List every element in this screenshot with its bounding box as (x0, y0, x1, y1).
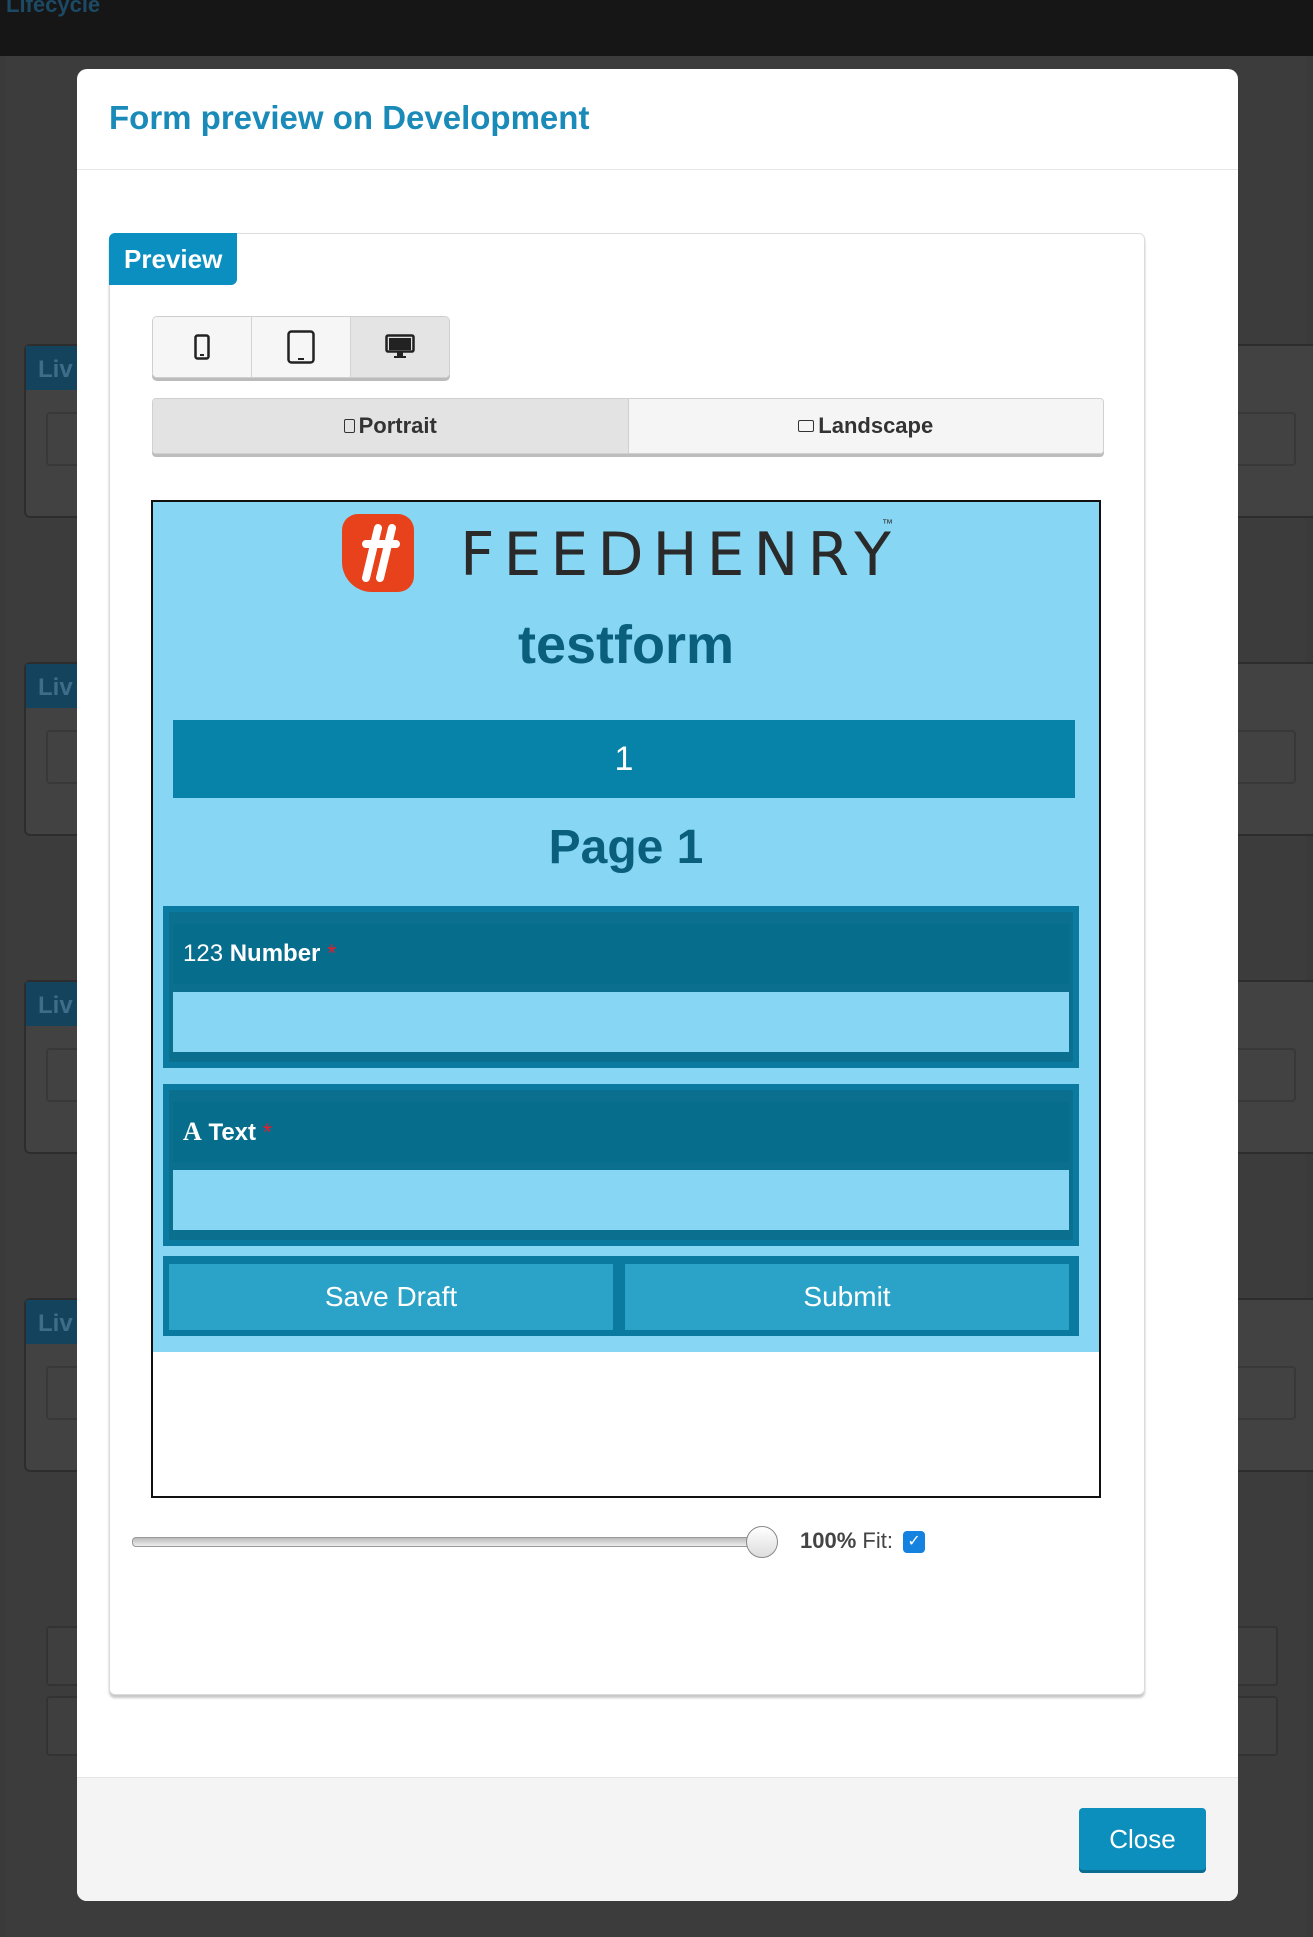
form-preview-modal: Form preview on Development Preview Port… (77, 69, 1238, 1901)
background-topbar: Lifecycle (0, 0, 1313, 56)
portrait-label: Portrait (358, 413, 437, 438)
number-label-text: Number (229, 940, 321, 967)
zoom-readout: 100% Fit: ✓ (800, 1528, 926, 1554)
submit-button[interactable]: Submit (625, 1264, 1069, 1330)
modal-header: Form preview on Development (77, 69, 1238, 170)
number-icon: 123 (183, 940, 224, 967)
save-draft-button[interactable]: Save Draft (169, 1264, 613, 1330)
orientation-selector: Portrait Landscape (152, 398, 1104, 454)
page-number-bar[interactable]: 1 (173, 720, 1075, 798)
brand-tm: ™ (882, 518, 893, 530)
feedhenry-logo: FEEDHENRY ™ (342, 514, 902, 594)
device-selector (152, 316, 450, 378)
zoom-slider-thumb[interactable] (746, 1526, 778, 1558)
tablet-icon (287, 330, 315, 364)
form-area: FEEDHENRY ™ testform 1 Page 1 123 Number… (153, 502, 1099, 1352)
preview-frame: FEEDHENRY ™ testform 1 Page 1 123 Number… (151, 500, 1101, 1498)
desktop-icon (385, 334, 415, 358)
text-field-label: A Text * (173, 1102, 1069, 1162)
fit-label: Fit: (862, 1528, 893, 1553)
required-mark: * (327, 940, 337, 967)
modal-footer: Close (77, 1777, 1238, 1901)
phone-icon (194, 334, 210, 360)
form-title: testform (517, 615, 735, 675)
device-phone-button[interactable] (153, 317, 252, 377)
zoom-value: 100% (800, 1528, 857, 1553)
feedhenry-logo-icon (342, 514, 414, 592)
text-label-text: Text (208, 1119, 257, 1146)
zoom-slider-track (132, 1537, 764, 1547)
landscape-label: Landscape (818, 413, 934, 438)
text-input[interactable] (173, 1170, 1069, 1230)
preview-panel: Preview Portrait Landscape FEEDHENRY ™ t… (109, 233, 1145, 1695)
brand-name: FEEDHENRY (460, 520, 900, 590)
page-title: Page 1 (548, 821, 704, 874)
number-field-label: 123 Number * (173, 924, 1069, 984)
close-button[interactable]: Close (1079, 1808, 1206, 1870)
form-actions: Save Draft Submit (163, 1256, 1079, 1336)
zoom-slider[interactable] (132, 1526, 778, 1558)
modal-title: Form preview on Development (109, 99, 590, 136)
landscape-icon (798, 420, 815, 432)
required-mark: * (262, 1119, 273, 1146)
text-field: A Text * (163, 1084, 1079, 1246)
device-desktop-button[interactable] (351, 317, 449, 377)
background-breadcrumb: Lifecycle (6, 0, 101, 17)
text-icon: A (183, 1117, 202, 1146)
number-input[interactable] (173, 992, 1069, 1052)
portrait-button[interactable]: Portrait (153, 399, 629, 453)
number-field: 123 Number * (163, 906, 1079, 1068)
device-tablet-button[interactable] (252, 317, 351, 377)
preview-tag: Preview (109, 233, 238, 285)
landscape-button[interactable]: Landscape (628, 399, 1103, 453)
portrait-icon (343, 419, 355, 433)
fit-checkbox[interactable]: ✓ (903, 1531, 926, 1554)
